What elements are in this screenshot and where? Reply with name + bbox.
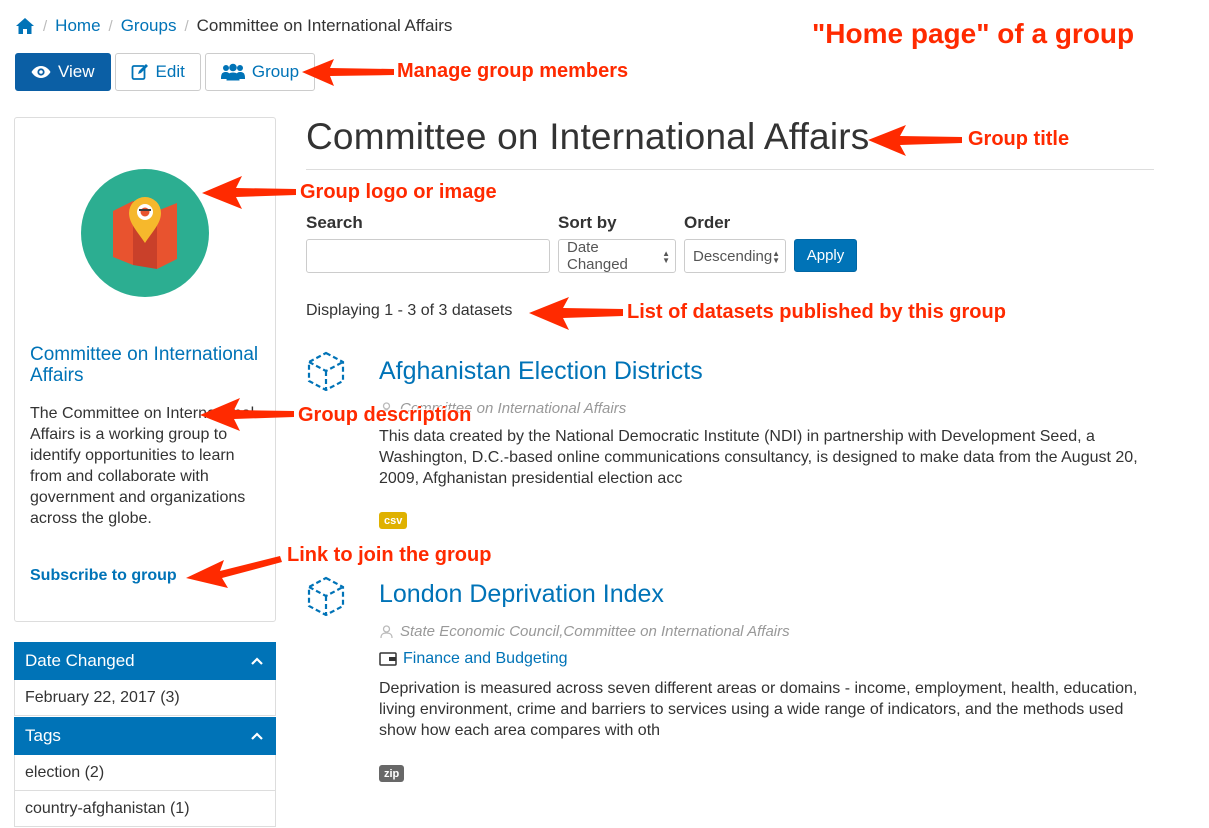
eye-icon [31, 66, 51, 78]
facet-tags-header[interactable]: Tags [14, 717, 276, 755]
title-divider [306, 169, 1154, 170]
breadcrumb-separator: / [184, 17, 189, 35]
chevron-up-icon [251, 732, 263, 740]
sort-label: Sort by [558, 213, 617, 232]
subscribe-link[interactable]: Subscribe to group [30, 567, 177, 585]
annotation-group-logo: Group logo or image [300, 181, 497, 203]
annotation-arrow-icon [302, 59, 394, 86]
facet-item[interactable]: election (2) [14, 755, 276, 791]
page-title: Committee on International Affairs [306, 116, 870, 157]
edit-icon [131, 64, 148, 80]
group-logo [81, 169, 209, 297]
annotation-arrow-icon [186, 556, 282, 588]
annotation-dataset-list: List of datasets published by this group [627, 301, 1006, 323]
annotation-group-title: Group title [968, 128, 1070, 150]
format-badge[interactable]: zip [379, 765, 405, 782]
map-pin-icon [113, 197, 177, 269]
facet-title: Tags [25, 726, 61, 745]
facet-item-label: election (2) [25, 763, 105, 781]
order-label: Order [684, 213, 731, 232]
dataset-description: Deprivation is measured across seven dif… [379, 680, 1138, 739]
annotation-arrow-icon [202, 176, 296, 209]
group-tabs: View Edit Group [15, 53, 316, 91]
select-arrows-icon: ▲ ▼ [662, 249, 670, 265]
result-count: Displaying 1 - 3 of 3 datasets [306, 302, 513, 319]
dataset-topic-link[interactable]: Finance and Budgeting [379, 650, 568, 668]
facet-item-label: February 22, 2017 (3) [25, 688, 180, 706]
dataset-cube-icon [307, 351, 345, 391]
search-input[interactable] [306, 239, 550, 273]
annotation-manage-members: Manage group members [397, 60, 629, 82]
tab-group[interactable]: Group [204, 53, 316, 91]
tab-edit[interactable]: Edit [114, 53, 201, 91]
facet-item-label: country-afghanistan (1) [25, 799, 190, 817]
breadcrumb-item-groups[interactable]: Groups [121, 16, 177, 36]
user-icon [380, 624, 393, 638]
home-icon [16, 18, 34, 34]
dataset-topic-label: Finance and Budgeting [403, 650, 568, 667]
annotation-home-page: "Home page" of a group [812, 18, 1135, 49]
select-arrows-icon: ▲ ▼ [772, 249, 780, 265]
tab-group-label: Group [251, 62, 300, 81]
facet-item[interactable]: country-afghanistan (1) [14, 791, 276, 827]
dataset-title[interactable]: London Deprivation Index [379, 580, 664, 609]
facet-item[interactable]: February 22, 2017 (3) [14, 680, 276, 716]
tab-view[interactable]: View [15, 53, 111, 91]
chevron-up-icon [251, 657, 263, 665]
dataset-description: This data created by the National Democr… [379, 428, 1138, 487]
order-select-value: Descending [693, 247, 773, 265]
breadcrumb-separator: / [108, 17, 113, 35]
facet-title: Date Changed [25, 651, 135, 670]
sort-select[interactable]: Date Changed ▲ ▼ [558, 239, 676, 273]
breadcrumb-item-home[interactable]: Home [55, 16, 100, 36]
apply-button[interactable]: Apply [794, 239, 857, 272]
annotation-arrow-icon [868, 125, 962, 156]
sort-select-value: Date Changed [567, 239, 628, 273]
order-select[interactable]: Descending ▲ ▼ [684, 239, 786, 273]
tab-edit-label: Edit [155, 62, 185, 81]
dataset-title[interactable]: Afghanistan Election Districts [379, 357, 703, 386]
group-name[interactable]: Committee on International Affairs [30, 344, 265, 386]
breadcrumb-home[interactable] [15, 17, 35, 35]
dataset-cube-icon [307, 576, 345, 616]
wallet-icon [379, 652, 397, 666]
search-label: Search [306, 213, 363, 232]
annotation-arrow-icon [529, 297, 623, 330]
tab-view-label: View [58, 62, 95, 81]
format-badge[interactable]: csv [379, 512, 408, 529]
annotation-join-link: Link to join the group [287, 544, 492, 566]
users-icon [220, 63, 245, 81]
breadcrumb-separator: / [43, 17, 48, 35]
facet-date-changed-header[interactable]: Date Changed [14, 642, 276, 680]
dataset-org-label: State Economic Council,Committee on Inte… [400, 623, 790, 640]
dataset-org: State Economic Council,Committee on Inte… [380, 623, 790, 640]
breadcrumb-item-current: Committee on International Affairs [196, 16, 453, 35]
breadcrumb: / Home / Groups / Committee on Internati… [15, 15, 452, 37]
annotation-arrow-icon [200, 398, 294, 431]
annotation-group-description: Group description [298, 404, 472, 426]
